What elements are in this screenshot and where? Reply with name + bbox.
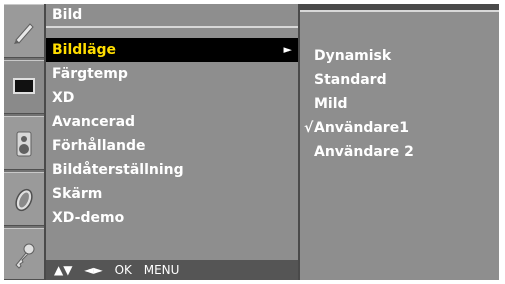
submenu-item-label: Användare 2 [314, 144, 414, 160]
menu-item-label: XD [52, 90, 75, 106]
menu-item-label: Förhållande [52, 138, 146, 154]
menu-item-label: XD-demo [52, 210, 125, 226]
submenu-item-dynamisk[interactable]: Dynamisk [300, 44, 499, 68]
menu-item-label: Skärm [52, 186, 103, 202]
menu-item-bildaterstallning[interactable]: Bildåterställning [46, 158, 298, 182]
menu-item-label: Färgtemp [52, 66, 128, 82]
picture-icon-glyph [14, 23, 34, 44]
menu-item-skarm[interactable]: Skärm [46, 182, 298, 206]
navigation-hint-bar: ▲▼ ◄► OK MENU [46, 260, 298, 280]
left-right-arrows-icon: ◄► [84, 263, 103, 277]
menu-item-label: Avancerad [52, 114, 136, 130]
menu-item-fargtemp[interactable]: Färgtemp [46, 62, 298, 86]
speaker-icon-glyph [16, 131, 32, 157]
submenu-item-label: Dynamisk [314, 48, 392, 64]
ok-hint: OK [114, 263, 132, 277]
submenu-panel: Dynamisk Standard Mild √ Användare1 Anvä… [300, 10, 499, 280]
submenu-item-label: Mild [314, 96, 348, 112]
menu-title: Bild [46, 4, 298, 28]
tv-screen-icon[interactable] [4, 60, 44, 114]
key-icon[interactable] [4, 228, 44, 280]
submenu-arrow-icon: ► [283, 43, 292, 56]
menu-item-bildlage[interactable]: Bildläge ► [46, 38, 298, 62]
submenu-item-mild[interactable]: Mild [300, 92, 499, 116]
speaker-icon[interactable] [4, 116, 44, 170]
key-icon-glyph [15, 243, 35, 269]
clock-icon[interactable] [4, 172, 44, 226]
picture-icon[interactable] [4, 4, 44, 58]
submenu-item-label: Användare1 [314, 120, 409, 136]
submenu-item-anvandare1[interactable]: √ Användare1 [300, 116, 499, 140]
submenu-item-label: Standard [314, 72, 387, 88]
submenu-item-anvandare2[interactable]: Användare 2 [300, 140, 499, 164]
up-down-arrows-icon: ▲▼ [54, 263, 73, 277]
menu-item-avancerad[interactable]: Avancerad [46, 110, 298, 134]
menu-item-xd[interactable]: XD [46, 86, 298, 110]
menu-item-xd-demo[interactable]: XD-demo [46, 206, 298, 230]
check-mark-icon: √ [304, 120, 314, 136]
tv-screen-icon-glyph [13, 78, 35, 94]
menu-item-label: Bildläge [52, 42, 117, 58]
submenu-item-standard[interactable]: Standard [300, 68, 499, 92]
sidebar-icons [4, 4, 44, 280]
clock-icon-glyph [15, 188, 33, 212]
menu-item-forhallande[interactable]: Förhållande [46, 134, 298, 158]
menu-item-label: Bildåterställning [52, 162, 184, 178]
main-menu: Bild Bildläge ► Färgtemp XD Avancerad Fö… [46, 4, 298, 280]
menu-hint: MENU [143, 263, 180, 277]
